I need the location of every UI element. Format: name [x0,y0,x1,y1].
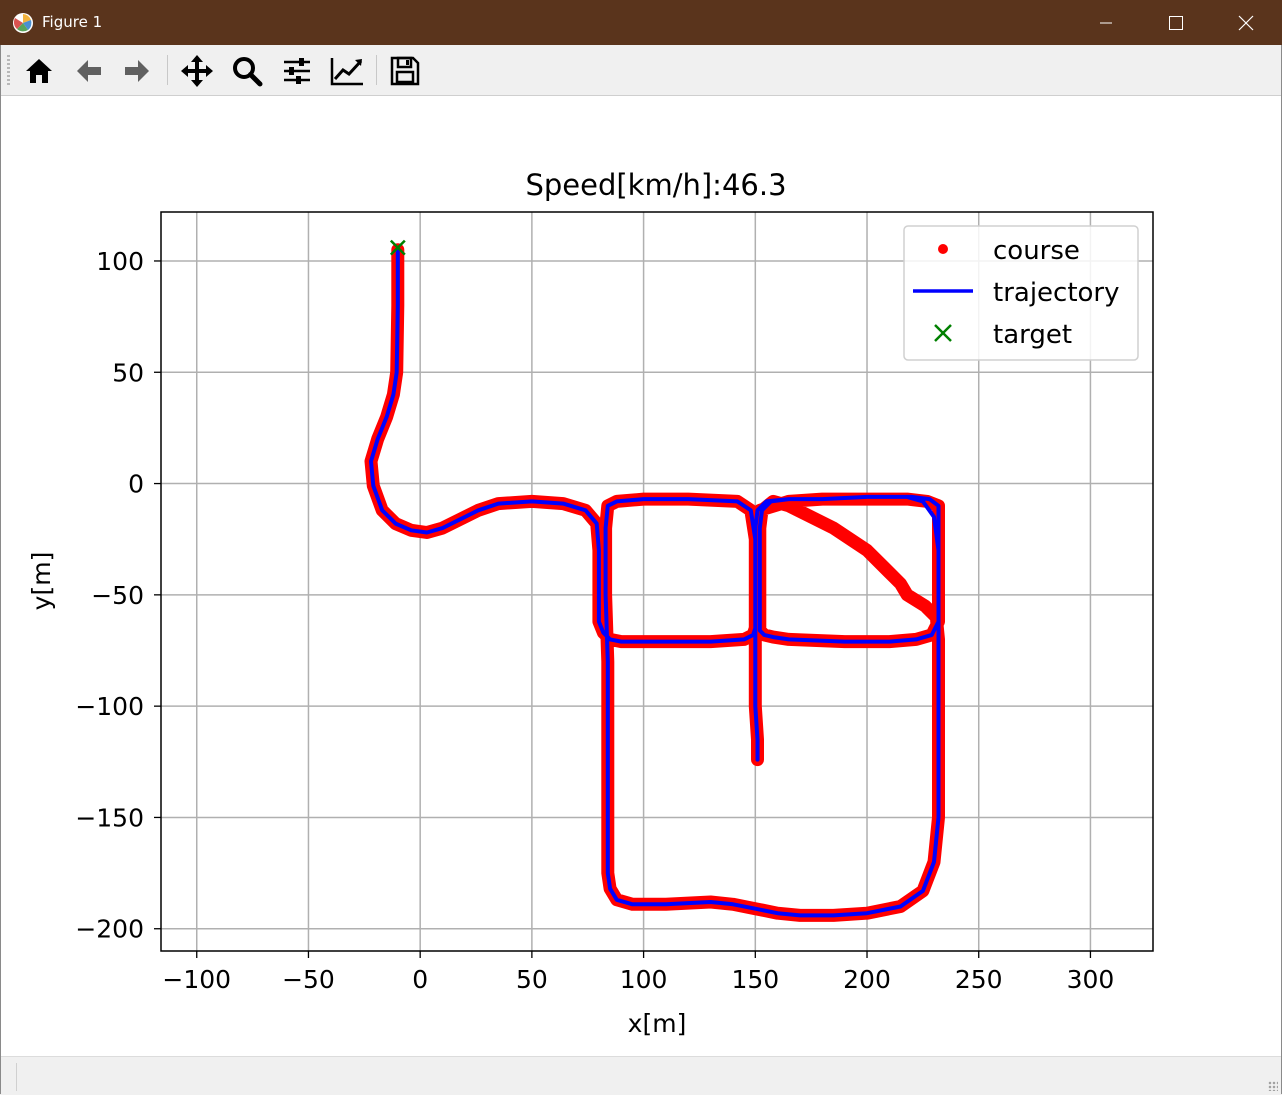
y-tick-label: −50 [91,581,144,610]
course-point [919,600,931,612]
x-tick-label: 300 [1067,965,1115,994]
y-tick-label: −150 [75,803,144,832]
course-point [805,511,817,523]
legend-label: trajectory [993,278,1120,308]
x-tick-label: 150 [731,965,779,994]
forward-button[interactable] [117,51,157,91]
course-point [828,522,840,534]
y-axis-label: y[m] [27,552,56,611]
close-button[interactable] [1211,0,1281,45]
sliders-icon [284,58,310,84]
figure-canvas[interactable]: Speed[km/h]:46.3 −100 −50 0 50 100 150 200 250 3… [0,96,1282,1056]
pan-button[interactable] [177,51,217,91]
legend-label: course [993,236,1080,266]
matplotlib-logo-icon [13,13,33,33]
x-tick-label: 0 [412,965,428,994]
x-tick-label: −100 [162,965,231,994]
course-point [895,578,907,590]
series-layer [364,239,945,922]
close-icon [1238,15,1254,30]
status-bar [0,1056,1282,1095]
back-button[interactable] [69,51,109,91]
magnifier-icon [233,57,263,87]
x-tick-label: 50 [516,965,548,994]
course-band [364,243,945,922]
y-tick-label: 0 [128,470,144,499]
y-tick-label: −200 [75,915,144,944]
line-chart-icon [330,58,363,86]
zoom-button[interactable] [227,51,267,91]
arrow-left-icon [77,60,101,82]
x-tick-label: −50 [282,965,335,994]
y-tick-label: −100 [75,692,144,721]
x-tick-label: 250 [955,965,1003,994]
chart-legend: course trajectory target [903,225,1139,361]
move-icon [181,55,213,87]
window-frame-left [0,45,1,1094]
resize-grip-icon[interactable] [1268,1081,1278,1091]
toolbar-separator [376,55,377,85]
chart-title: Speed[km/h]:46.3 [525,168,786,202]
home-button[interactable] [19,51,59,91]
save-button[interactable] [385,51,425,91]
window-title: Figure 1 [42,13,103,31]
configure-subplots-button[interactable] [277,51,317,91]
x-axis-label: x[m] [628,1009,687,1038]
legend-label: target [993,320,1072,350]
course-point [861,544,873,556]
arrow-right-icon [125,60,149,82]
maximize-button[interactable] [1141,0,1211,45]
floppy-disk-icon [390,56,420,86]
window-titlebar[interactable]: Figure 1 [0,0,1282,45]
y-tick-label: 100 [96,247,144,276]
trajectory-line [369,247,941,918]
y-tick-label: 50 [112,358,144,387]
toolbar-separator [167,55,168,85]
x-tick-label: 200 [843,965,891,994]
status-divider [16,1063,17,1091]
toolbar-grip[interactable] [7,55,10,87]
home-icon [26,59,52,83]
minimize-icon [1100,22,1112,23]
legend-course-marker [938,244,948,254]
x-tick-label: 100 [620,965,668,994]
plot-area[interactable]: Speed[km/h]:46.3 −100 −50 0 50 100 150 200 250 3… [0,96,1282,1056]
course-point [883,567,895,579]
minimize-button[interactable] [1071,0,1141,45]
maximize-icon [1169,15,1183,30]
course-point [901,589,913,601]
edit-axis-button[interactable] [327,51,367,91]
navigation-toolbar [0,45,1282,96]
